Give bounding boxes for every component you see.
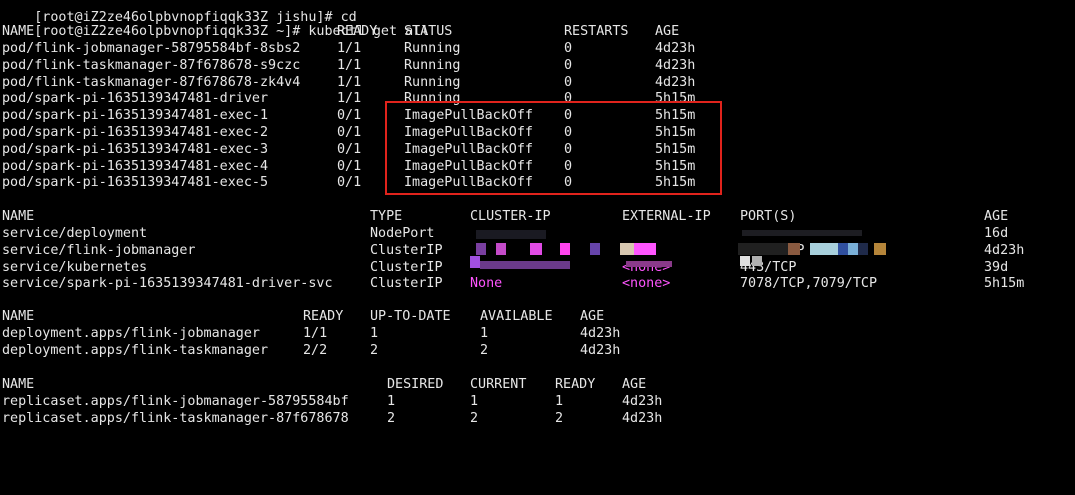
pods-header-age: AGE (655, 24, 680, 39)
pod-ready: 1/1 (337, 41, 362, 56)
service-external-ip: <none> (622, 276, 671, 292)
svc-header-type: TYPE (370, 209, 403, 224)
svc-header-ports: PORT(S) (740, 209, 797, 224)
deploy-header-name: NAME (2, 309, 35, 324)
pods-header-status: STATUS (404, 24, 453, 39)
service-ports: 7078/TCP,7079/TCP (740, 276, 878, 292)
pod-name: pod/flink-jobmanager-58795584bf-8sbs2 (2, 41, 301, 56)
deployment-row: deployment.apps/flink-jobmanager 1/1 1 1 4d2… (2, 325, 1072, 342)
pod-name: pod/spark-pi-1635139347481-exec-3 (2, 141, 269, 157)
pod-name: pod/spark-pi-1635139347481-exec-1 (2, 108, 269, 124)
rs-header-desired: DESIRED (387, 377, 444, 392)
deployment-up-to-date: 1 (370, 326, 379, 341)
replicaset-row: replicaset.apps/flink-jobmanager-5879558… (2, 393, 1072, 410)
deploy-header-age: AGE (580, 309, 605, 324)
deploy-header-up-to-date: UP-TO-DATE (370, 309, 451, 324)
service-age: 39d (984, 259, 1009, 275)
pods-header-name: NAME (2, 24, 35, 39)
pod-restarts: 0 (564, 74, 573, 90)
deployment-ready: 1/1 (303, 326, 328, 341)
service-age: 5h15m (984, 276, 1025, 292)
replicaset-current: 2 (470, 410, 479, 426)
pod-name: pod/flink-taskmanager-87f678678-zk4v4 (2, 74, 301, 90)
pods-header-row: NAME READY STATUS RESTARTS AGE (2, 23, 1072, 40)
replicaset-age: 4d23h (622, 410, 663, 426)
pod-age: 4d23h (655, 74, 696, 90)
pod-status: Running (404, 41, 461, 56)
deployment-age: 4d23h (580, 342, 621, 358)
deployment-available: 1 (480, 326, 489, 341)
pod-name: pod/flink-taskmanager-87f678678-s9czc (2, 57, 301, 73)
pod-restarts: 0 (564, 57, 573, 73)
deploy-header-ready: READY (303, 309, 344, 324)
pod-ready: 0/1 (337, 141, 362, 157)
pod-ready: 0/1 (337, 175, 362, 191)
svc-header-age: AGE (984, 209, 1009, 224)
replicaset-name: replicaset.apps/flink-taskmanager-87f678… (2, 410, 349, 426)
pod-name: pod/spark-pi-1635139347481-exec-5 (2, 175, 269, 191)
deployment-name: deployment.apps/flink-taskmanager (2, 342, 269, 358)
replicasets-header-row: NAME DESIRED CURRENT READY AGE (2, 376, 1072, 393)
service-name: service/flink-jobmanager (2, 242, 196, 258)
command-line: [root@iZ2ze46olpbvnopfiqqk33Z ~]# kubect… (2, 6, 1072, 39)
pod-age: 4d23h (655, 57, 696, 73)
deployment-up-to-date: 2 (370, 342, 379, 358)
pod-ready: 0/1 (337, 125, 362, 140)
deployment-name: deployment.apps/flink-jobmanager (2, 326, 260, 341)
service-name: service/deployment (2, 226, 148, 241)
rs-header-ready: READY (555, 377, 596, 392)
pod-name: pod/spark-pi-1635139347481-exec-4 (2, 158, 269, 174)
pod-ready: 0/1 (337, 158, 362, 174)
rs-header-age: AGE (622, 377, 647, 392)
imagepullbackoff-highlight-box (385, 101, 722, 195)
svc-header-name: NAME (2, 209, 35, 224)
pod-row: pod/flink-taskmanager-87f678678-zk4v4 1/1… (2, 74, 1072, 91)
replicaset-ready: 1 (555, 394, 564, 409)
deployment-row: deployment.apps/flink-taskmanager 2/2 2 2 4d… (2, 342, 1072, 359)
pod-name: pod/spark-pi-1635139347481-exec-2 (2, 125, 269, 140)
pod-name: pod/spark-pi-1635139347481-driver (2, 91, 269, 107)
replicaset-desired: 1 (387, 394, 396, 409)
pod-ready: 1/1 (337, 57, 362, 73)
service-type: ClusterIP (370, 276, 443, 292)
service-type: ClusterIP (370, 242, 443, 258)
pod-status: Running (404, 74, 461, 90)
service-type: ClusterIP (370, 259, 443, 275)
service-row: service/spark-pi-1635139347481-driver-sv… (2, 275, 1072, 292)
pods-header-restarts: RESTARTS (564, 24, 629, 39)
replicaset-desired: 2 (387, 410, 396, 426)
replicaset-ready: 2 (555, 410, 564, 426)
svc-header-cluster-ip: CLUSTER-IP (470, 209, 551, 224)
pods-header-ready: READY (337, 24, 378, 39)
deployments-header-row: NAME READY UP-TO-DATE AVAILABLE AGE (2, 308, 1072, 325)
service-type: NodePort (370, 226, 435, 241)
pod-status: Running (404, 57, 461, 73)
pod-row: pod/flink-jobmanager-58795584bf-8sbs2 1/1… (2, 40, 1072, 57)
rs-header-current: CURRENT (470, 377, 527, 392)
pod-row: pod/flink-taskmanager-87f678678-s9czc 1/1… (2, 57, 1072, 74)
pod-ready: 0/1 (337, 108, 362, 124)
pod-age: 4d23h (655, 41, 696, 56)
deployment-age: 4d23h (580, 326, 621, 341)
deployment-ready: 2/2 (303, 342, 328, 358)
service-name: service/spark-pi-1635139347481-driver-sv… (2, 276, 333, 292)
service-age: 16d (984, 226, 1009, 241)
pod-ready: 1/1 (337, 91, 362, 107)
replicaset-current: 1 (470, 394, 479, 409)
svc-header-external-ip: EXTERNAL-IP (622, 209, 711, 224)
service-age: 4d23h (984, 242, 1025, 258)
replicaset-row: replicaset.apps/flink-taskmanager-87f678… (2, 410, 1072, 427)
replicaset-name: replicaset.apps/flink-jobmanager-5879558… (2, 394, 349, 409)
service-name: service/kubernetes (2, 259, 148, 275)
replicaset-age: 4d23h (622, 394, 663, 409)
deployment-available: 2 (480, 342, 489, 358)
pod-restarts: 0 (564, 41, 573, 56)
services-header-row: NAME TYPE CLUSTER-IP EXTERNAL-IP PORT(S)… (2, 208, 1072, 225)
rs-header-name: NAME (2, 377, 35, 392)
deploy-header-available: AVAILABLE (480, 309, 553, 324)
service-cluster-ip: None (470, 276, 503, 292)
pod-ready: 1/1 (337, 74, 362, 90)
